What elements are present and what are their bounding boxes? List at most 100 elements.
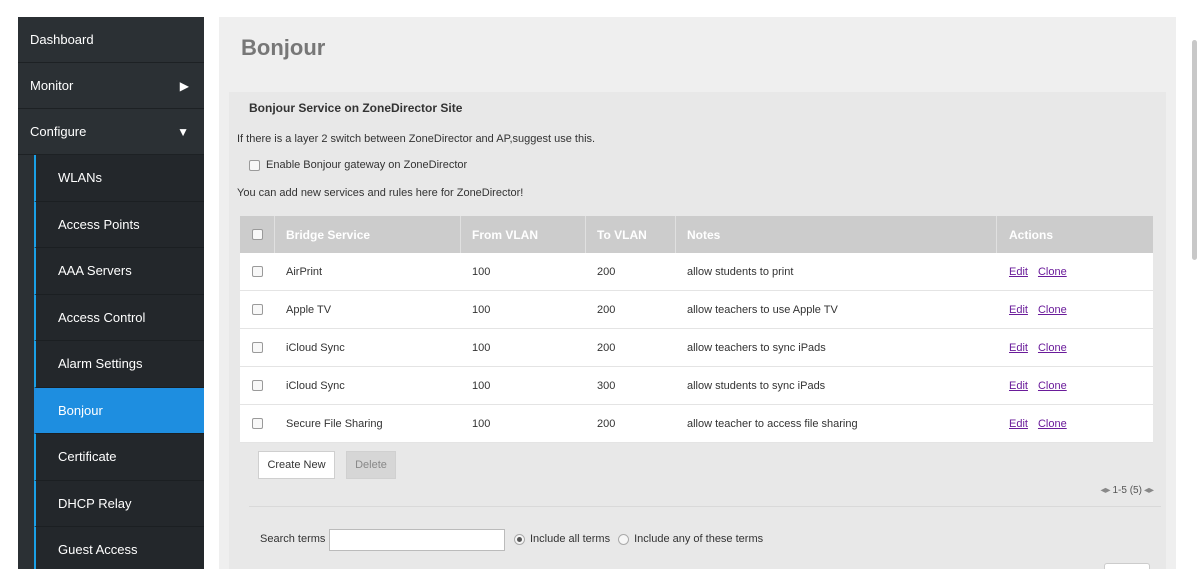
to-vlan-cell: 200 bbox=[597, 341, 616, 354]
bridge-service-cell: Secure File Sharing bbox=[286, 417, 383, 430]
bridge-service-cell: AirPrint bbox=[286, 265, 323, 278]
bonjour-services-table: Bridge Service From VLAN To VLAN Notes A… bbox=[240, 216, 1153, 443]
search-input[interactable] bbox=[329, 529, 505, 551]
notes-cell: allow teachers to sync iPads bbox=[687, 341, 826, 354]
table-row: iCloud Sync 100 300 allow students to sy… bbox=[240, 367, 1153, 405]
row-checkbox[interactable] bbox=[252, 304, 263, 315]
sidebar-item-label: Access Points bbox=[58, 216, 140, 232]
sidebar-item-label: DHCP Relay bbox=[58, 495, 132, 511]
clone-link[interactable]: Clone bbox=[1038, 304, 1067, 316]
column-header-to-vlan[interactable]: To VLAN bbox=[586, 216, 676, 253]
table-row: Apple TV 100 200 allow teachers to use A… bbox=[240, 291, 1153, 329]
search-terms-label: Search terms bbox=[260, 533, 326, 545]
sidebar-item-dashboard[interactable]: Dashboard bbox=[18, 17, 204, 63]
sidebar-item-certificate[interactable]: Certificate bbox=[34, 434, 204, 481]
clone-link[interactable]: Clone bbox=[1038, 418, 1067, 430]
clone-link[interactable]: Clone bbox=[1038, 342, 1067, 354]
to-vlan-cell: 200 bbox=[597, 265, 616, 278]
create-new-button[interactable]: Create New bbox=[258, 451, 335, 479]
table-header: Bridge Service From VLAN To VLAN Notes A… bbox=[240, 216, 1153, 253]
row-select-cell bbox=[240, 380, 275, 391]
column-header-from-vlan[interactable]: From VLAN bbox=[461, 216, 586, 253]
notes-cell: allow teacher to access file sharing bbox=[687, 417, 858, 430]
include-any-label: Include any of these terms bbox=[634, 533, 764, 545]
sidebar-item-aaa-servers[interactable]: AAA Servers bbox=[34, 248, 204, 295]
edit-link[interactable]: Edit bbox=[1009, 266, 1028, 278]
configure-submenu: WLANs Access Points AAA Servers Access C… bbox=[34, 155, 204, 569]
sidebar-item-label: Certificate bbox=[58, 449, 117, 465]
collapse-down-icon: ▼ bbox=[177, 124, 189, 139]
from-vlan-cell: 100 bbox=[472, 265, 491, 278]
enable-gateway-option[interactable]: Enable Bonjour gateway on ZoneDirector bbox=[249, 159, 467, 171]
sidebar-item-wlans[interactable]: WLANs bbox=[34, 155, 204, 202]
actions-cell: Edit Clone bbox=[997, 304, 1153, 316]
actions-cell: Edit Clone bbox=[997, 380, 1153, 392]
clone-link[interactable]: Clone bbox=[1038, 380, 1067, 392]
enable-gateway-checkbox[interactable] bbox=[249, 159, 260, 171]
sidebar-item-label: AAA Servers bbox=[58, 263, 132, 279]
actions-cell: Edit Clone bbox=[997, 418, 1153, 430]
column-header-actions: Actions bbox=[1009, 227, 1054, 242]
include-all-radio[interactable] bbox=[514, 533, 525, 545]
row-select-cell bbox=[240, 266, 275, 277]
pagination: ◂▸ 1-5 (5) ◂▸ bbox=[1100, 485, 1154, 496]
expand-right-icon: ▶ bbox=[179, 78, 189, 93]
sidebar-item-access-points[interactable]: Access Points bbox=[34, 201, 204, 248]
sidebar-item-label: Alarm Settings bbox=[58, 356, 143, 372]
row-checkbox[interactable] bbox=[252, 418, 263, 429]
table-row: iCloud Sync 100 200 allow teachers to sy… bbox=[240, 329, 1153, 367]
edit-link[interactable]: Edit bbox=[1009, 342, 1028, 354]
pagination-text: 1-5 (5) bbox=[1112, 485, 1142, 496]
row-checkbox[interactable] bbox=[252, 266, 263, 277]
delete-button[interactable]: Delete bbox=[346, 451, 396, 479]
layer2-note: If there is a layer 2 switch between Zon… bbox=[237, 133, 596, 145]
bridge-service-cell: iCloud Sync bbox=[286, 379, 345, 392]
row-checkbox[interactable] bbox=[252, 380, 263, 391]
enable-gateway-label: Enable Bonjour gateway on ZoneDirector bbox=[266, 159, 468, 171]
bridge-service-cell: iCloud Sync bbox=[286, 341, 345, 354]
edit-link[interactable]: Edit bbox=[1009, 418, 1028, 430]
actions-cell: Edit Clone bbox=[997, 342, 1153, 354]
from-vlan-cell: 100 bbox=[472, 417, 491, 430]
to-vlan-cell: 300 bbox=[597, 379, 616, 392]
row-select-cell bbox=[240, 304, 275, 315]
sidebar-item-configure[interactable]: Configure ▼ bbox=[18, 109, 204, 155]
sidebar-item-access-control[interactable]: Access Control bbox=[34, 294, 204, 341]
notes-cell: allow students to print bbox=[687, 265, 794, 278]
column-header-notes[interactable]: Notes bbox=[676, 216, 997, 253]
include-any-radio[interactable] bbox=[618, 533, 630, 545]
edit-link[interactable]: Edit bbox=[1009, 304, 1028, 316]
sidebar: Dashboard Monitor ▶ Configure ▼ WLANs Ac… bbox=[18, 17, 204, 569]
page-scrollbar[interactable] bbox=[1192, 40, 1197, 260]
edit-link[interactable]: Edit bbox=[1009, 380, 1028, 392]
search-button[interactable] bbox=[1104, 563, 1150, 569]
sidebar-item-label: Guest Access bbox=[58, 542, 138, 558]
from-vlan-cell: 100 bbox=[472, 303, 491, 316]
sidebar-item-label: Configure bbox=[30, 124, 87, 139]
sidebar-item-alarm-settings[interactable]: Alarm Settings bbox=[34, 341, 204, 388]
page-title: Bonjour bbox=[241, 35, 326, 60]
sidebar-item-label: Monitor bbox=[30, 78, 74, 93]
column-header-bridge-service[interactable]: Bridge Service bbox=[275, 216, 461, 253]
services-note: You can add new services and rules here … bbox=[237, 187, 524, 199]
to-vlan-cell: 200 bbox=[597, 303, 616, 316]
sidebar-item-monitor[interactable]: Monitor ▶ bbox=[18, 63, 204, 109]
row-select-cell bbox=[240, 418, 275, 429]
sidebar-item-dhcp-relay[interactable]: DHCP Relay bbox=[34, 480, 204, 527]
main-content: Bonjour Bonjour Service on ZoneDirector … bbox=[219, 17, 1176, 569]
next-page-icon[interactable]: ◂▸ bbox=[1144, 485, 1154, 496]
sidebar-item-bonjour[interactable]: Bonjour bbox=[34, 387, 204, 434]
select-all-checkbox[interactable] bbox=[251, 229, 263, 240]
prev-page-icon[interactable]: ◂▸ bbox=[1100, 485, 1110, 496]
notes-cell: allow teachers to use Apple TV bbox=[687, 303, 838, 316]
sidebar-item-guest-access[interactable]: Guest Access bbox=[34, 527, 204, 569]
bridge-service-cell: Apple TV bbox=[286, 303, 332, 316]
from-vlan-cell: 100 bbox=[472, 341, 491, 354]
panel-title: Bonjour Service on ZoneDirector Site bbox=[249, 101, 463, 115]
clone-link[interactable]: Clone bbox=[1038, 266, 1067, 278]
select-all-cell bbox=[240, 216, 275, 253]
row-select-cell bbox=[240, 342, 275, 353]
include-all-label: Include all terms bbox=[530, 533, 611, 545]
app-root: Dashboard Monitor ▶ Configure ▼ WLANs Ac… bbox=[0, 0, 1198, 569]
row-checkbox[interactable] bbox=[252, 342, 263, 353]
